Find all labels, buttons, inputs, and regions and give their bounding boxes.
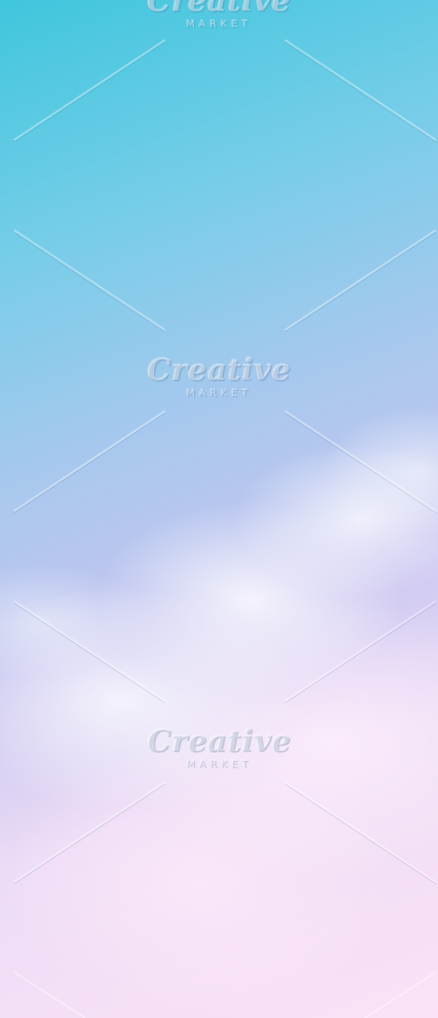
watermark-logo: Creative MARKET (0, 355, 438, 400)
watermark-logo-text: Creative (147, 353, 291, 388)
watermark-logo-text: Creative (147, 0, 291, 19)
watermark-sub-text: MARKET (186, 388, 252, 399)
stock-photo-canvas: Creative MARKET Creative MARKET Creative… (0, 0, 438, 1018)
watermark-logo: Creative MARKET (0, 726, 438, 771)
watermark-logo: Creative MARKET (0, 0, 438, 31)
watermark-x-lines (13, 39, 437, 1018)
watermark-logo-text: Creative (147, 724, 291, 759)
watermark-sub-text: MARKET (186, 19, 252, 30)
watermark-sub-text: MARKET (186, 759, 252, 770)
